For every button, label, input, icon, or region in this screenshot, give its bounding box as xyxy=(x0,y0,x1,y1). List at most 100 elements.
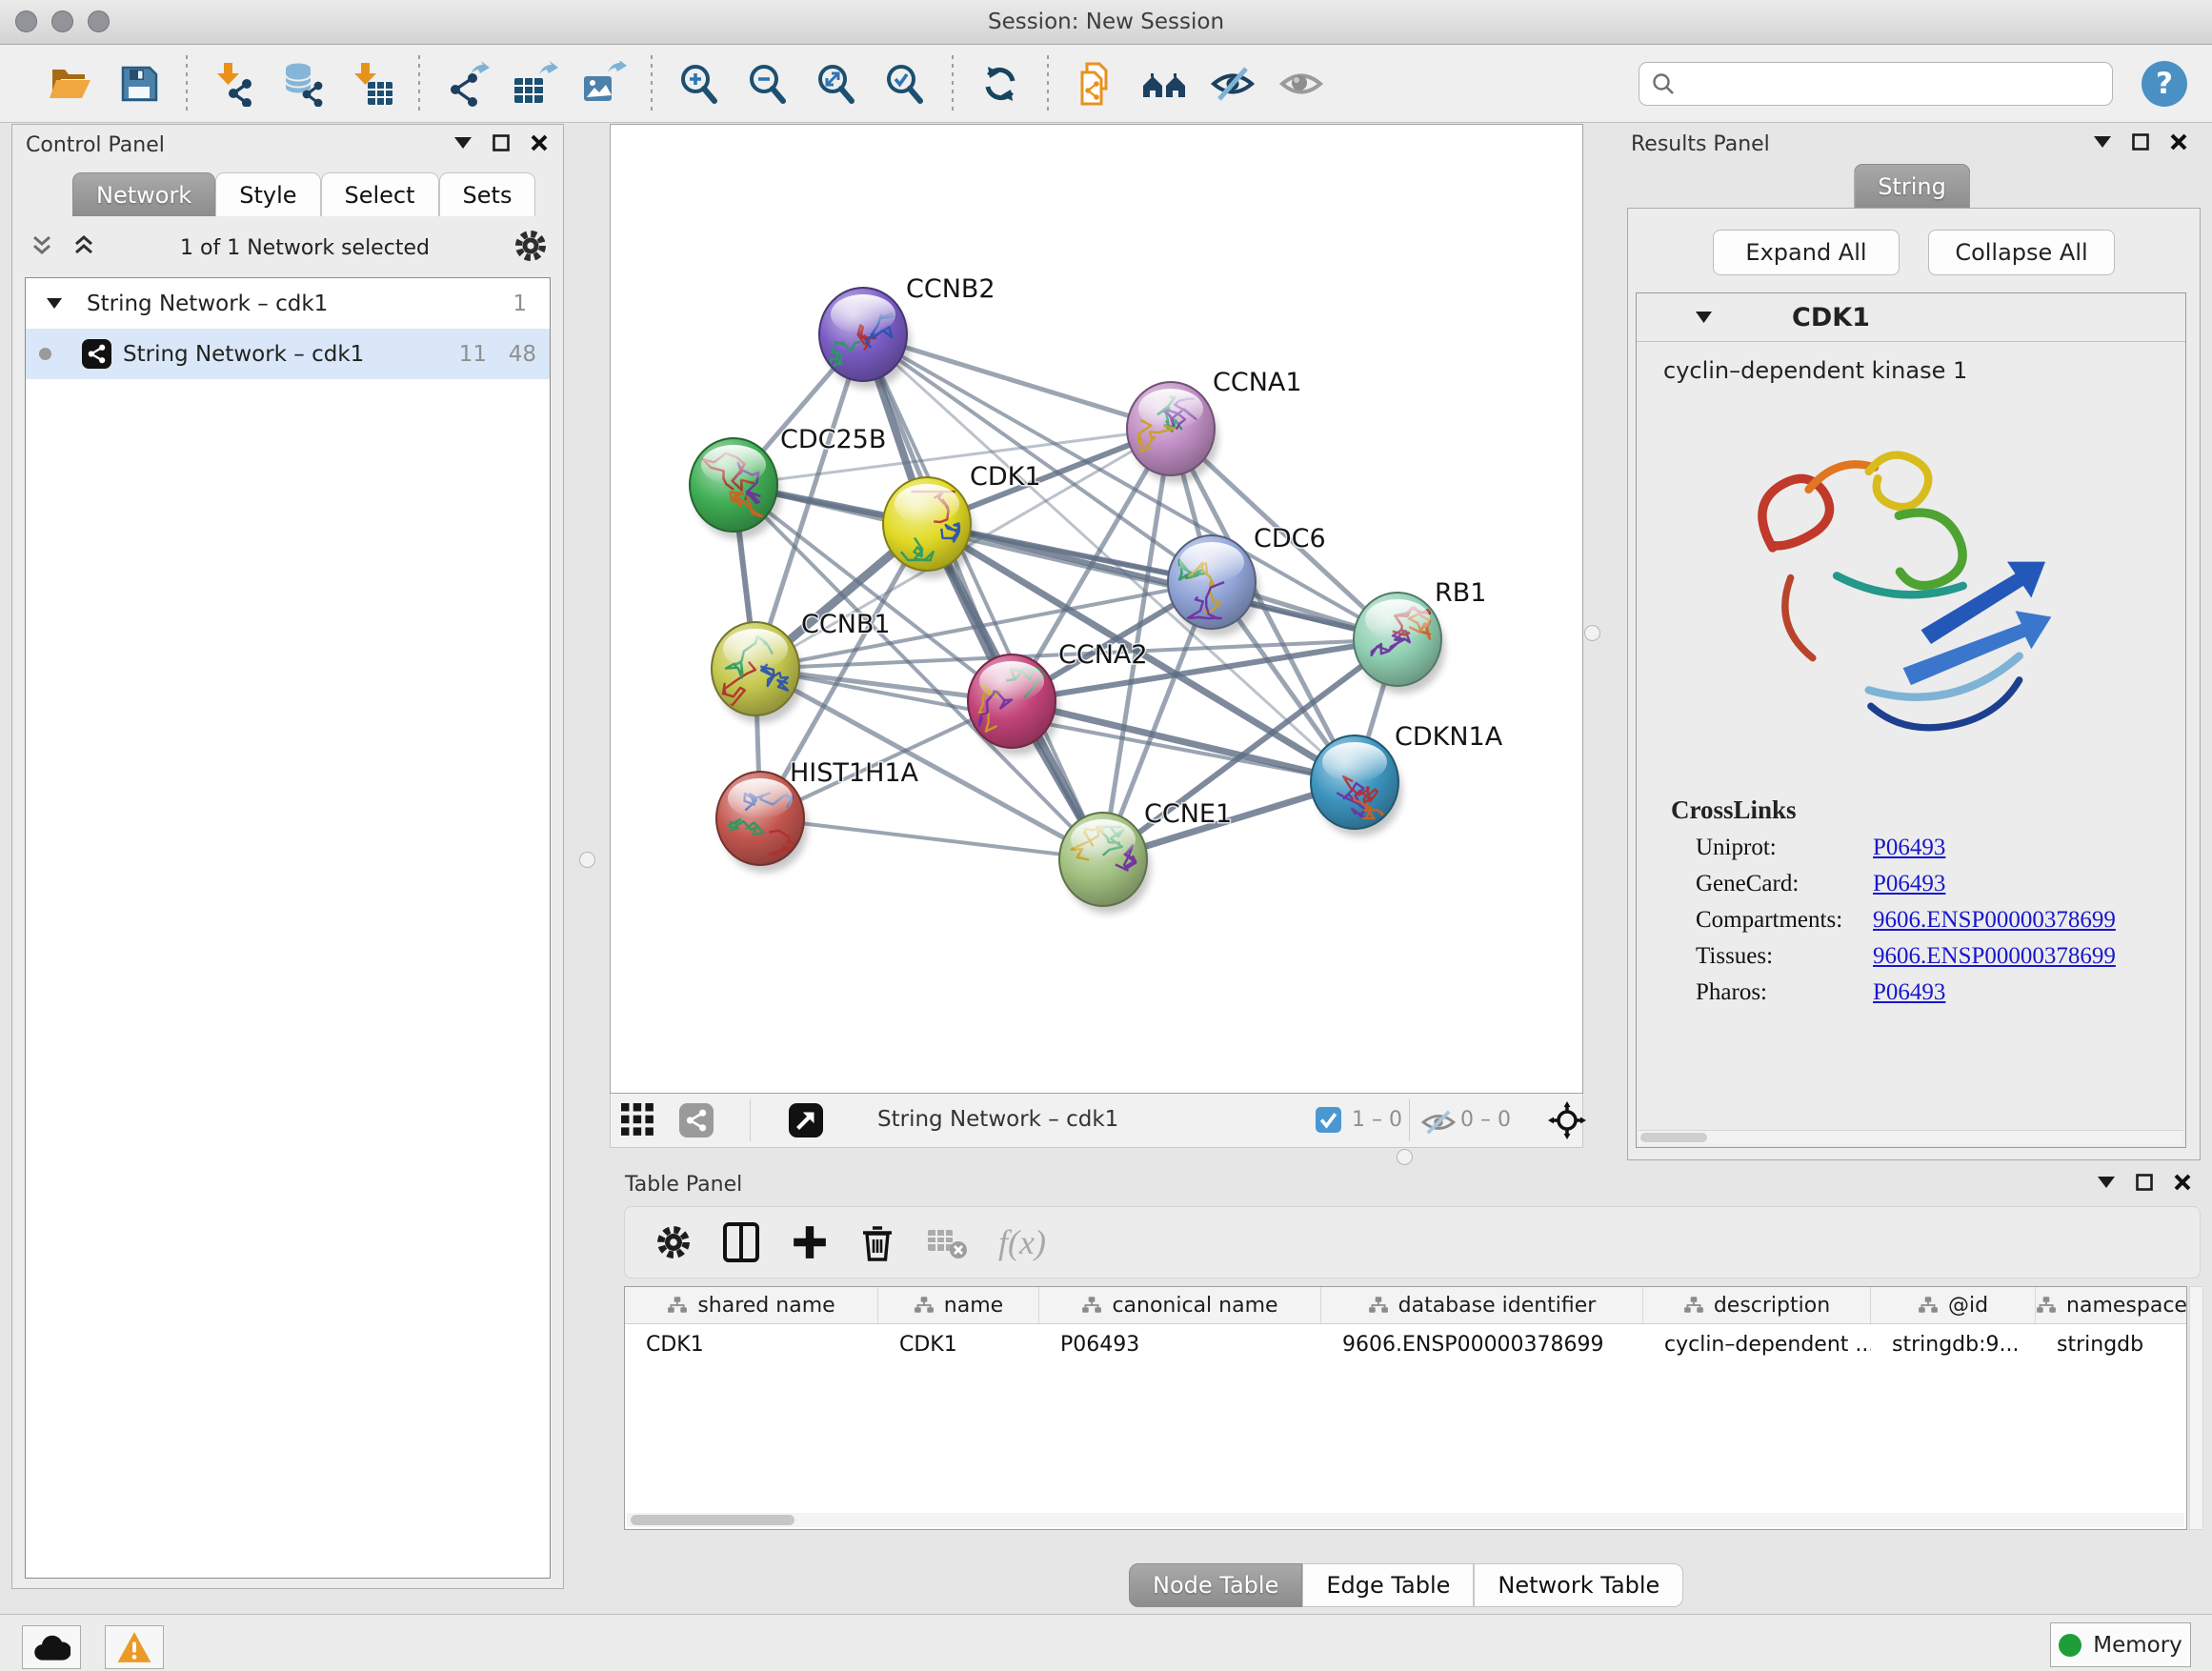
left-splitter-handle[interactable] xyxy=(579,852,595,868)
crosslink-link[interactable]: 9606.ENSP00000378699 xyxy=(1873,943,2116,970)
network-collection-row[interactable]: String Network – cdk1 1 xyxy=(26,278,550,329)
node-CCNE1[interactable] xyxy=(1059,813,1151,914)
copy-network-button[interactable] xyxy=(1068,56,1123,111)
network-row-selected[interactable]: String Network – cdk1 11 48 xyxy=(26,329,550,379)
zoom-out-button[interactable] xyxy=(740,56,795,111)
column-header-databaseidentifier[interactable]: database identifier xyxy=(1321,1287,1643,1323)
column-header-canonicalname[interactable]: canonical name xyxy=(1039,1287,1321,1323)
column-header-namespace[interactable]: namespace xyxy=(2036,1287,2187,1323)
column-header-sharedname[interactable]: shared name xyxy=(625,1287,878,1323)
open-in-window-icon[interactable] xyxy=(789,1103,823,1141)
card-scrollbar[interactable] xyxy=(1639,1130,2183,1145)
memory-button[interactable]: Memory xyxy=(2050,1622,2191,1667)
tab-edge-table[interactable]: Edge Table xyxy=(1302,1563,1474,1607)
function-builder-icon: f(x) xyxy=(998,1222,1046,1262)
save-floppy-icon xyxy=(116,61,162,107)
search-input[interactable] xyxy=(1683,70,2101,96)
node-RB1[interactable] xyxy=(1354,593,1445,694)
toolbar-separator xyxy=(186,55,188,112)
column-header-id[interactable]: @id xyxy=(1871,1287,2036,1323)
panel-menu-icon[interactable] xyxy=(2098,1177,2115,1188)
node-label-CDC6: CDC6 xyxy=(1254,524,1326,554)
show-columns-icon[interactable] xyxy=(722,1221,760,1263)
collapse-entry-icon[interactable] xyxy=(1696,312,1712,323)
node-details-header[interactable]: CDK1 xyxy=(1637,293,2185,342)
node-CDC25B[interactable] xyxy=(690,438,781,539)
help-button[interactable]: ? xyxy=(2142,61,2187,107)
zoom-in-button[interactable] xyxy=(672,56,727,111)
network-view-canvas[interactable]: CCNB2CCNA1CDC25BCDK1CDC6RB1CCNB1CCNA2CDK… xyxy=(610,124,1583,1094)
expand-all-icon[interactable] xyxy=(71,233,96,262)
tab-select[interactable]: Select xyxy=(321,172,439,216)
table-horizontal-scrollbar[interactable] xyxy=(627,1513,2184,1527)
table-cell: P06493 xyxy=(1039,1324,1321,1364)
hide-selected-button[interactable] xyxy=(1205,56,1260,111)
node-CDK1[interactable] xyxy=(883,477,975,578)
export-image-button[interactable] xyxy=(576,56,632,111)
import-network-database-button[interactable] xyxy=(275,56,331,111)
crosslink-link[interactable]: P06493 xyxy=(1873,835,1945,861)
tab-string[interactable]: String xyxy=(1854,164,1970,208)
import-network-file-button[interactable] xyxy=(207,56,262,111)
window-minimize-button[interactable] xyxy=(51,10,73,32)
edge-HIST1H1A-CCNE1[interactable] xyxy=(760,818,1103,859)
node-CCNB2[interactable] xyxy=(819,288,911,389)
zoom-selected-button[interactable] xyxy=(877,56,933,111)
show-all-button[interactable] xyxy=(1274,56,1329,111)
selected-checkbox-icon[interactable] xyxy=(1316,1107,1341,1137)
crosshair-icon[interactable] xyxy=(1548,1101,1586,1143)
panel-close-icon[interactable] xyxy=(2170,133,2187,151)
panel-close-icon[interactable] xyxy=(531,134,548,151)
network-graph[interactable]: CCNB2CCNA1CDC25BCDK1CDC6RB1CCNB1CCNA2CDK… xyxy=(611,125,1582,1093)
table-settings-gear-icon[interactable] xyxy=(655,1224,692,1260)
search-box[interactable] xyxy=(1639,62,2113,106)
node-CDKN1A[interactable] xyxy=(1311,735,1402,836)
node-label-CCNB1: CCNB1 xyxy=(801,610,891,639)
refresh-view-button[interactable] xyxy=(973,56,1028,111)
export-network-button[interactable] xyxy=(439,56,494,111)
panel-float-icon[interactable] xyxy=(2136,1174,2153,1191)
crosslink-link[interactable]: P06493 xyxy=(1873,871,1945,897)
cloud-status-button[interactable] xyxy=(22,1625,81,1669)
tab-node-table[interactable]: Node Table xyxy=(1129,1563,1302,1607)
node-CCNA1[interactable] xyxy=(1127,382,1218,483)
panel-menu-icon[interactable] xyxy=(2094,136,2111,148)
zoom-fit-button[interactable] xyxy=(809,56,864,111)
window-close-button[interactable] xyxy=(15,10,37,32)
network-options-gear-icon[interactable] xyxy=(513,229,548,267)
table-vertical-scrollbar[interactable] xyxy=(2189,1286,2203,1530)
table-row[interactable]: CDK1CDK1P064939606.ENSP00000378699cyclin… xyxy=(625,1324,2186,1364)
crosslink-link[interactable]: 9606.ENSP00000378699 xyxy=(1873,907,2116,934)
column-header-description[interactable]: description xyxy=(1643,1287,1871,1323)
node-CCNA2[interactable] xyxy=(968,654,1059,755)
export-table-button[interactable] xyxy=(508,56,563,111)
tab-network-table[interactable]: Network Table xyxy=(1474,1563,1683,1607)
crosslink-link[interactable]: P06493 xyxy=(1873,979,1945,1006)
tab-style[interactable]: Style xyxy=(215,172,320,216)
tab-network[interactable]: Network xyxy=(72,172,215,216)
tab-sets[interactable]: Sets xyxy=(439,172,536,216)
right-splitter-handle[interactable] xyxy=(1584,625,1600,641)
tree-expand-icon[interactable] xyxy=(47,298,62,309)
panel-menu-icon[interactable] xyxy=(454,137,472,149)
add-column-icon[interactable] xyxy=(791,1223,829,1261)
save-session-button[interactable] xyxy=(111,56,167,111)
home-view-button[interactable] xyxy=(1136,56,1192,111)
delete-column-icon[interactable] xyxy=(859,1222,895,1262)
window-zoom-button[interactable] xyxy=(88,10,110,32)
string-view-icon[interactable] xyxy=(679,1103,714,1141)
collapse-all-icon[interactable] xyxy=(30,233,54,262)
panel-float-icon[interactable] xyxy=(493,134,510,151)
traffic-lights xyxy=(15,10,110,32)
panel-float-icon[interactable] xyxy=(2132,133,2149,151)
panel-close-icon[interactable] xyxy=(2174,1174,2191,1191)
collapse-all-button[interactable]: Collapse All xyxy=(1928,230,2115,275)
import-table-file-button[interactable] xyxy=(344,56,399,111)
expand-all-button[interactable]: Expand All xyxy=(1713,230,1900,275)
birdseye-grid-icon[interactable] xyxy=(621,1103,655,1141)
warning-status-button[interactable] xyxy=(105,1625,164,1669)
open-session-button[interactable] xyxy=(43,56,98,111)
column-header-name[interactable]: name xyxy=(878,1287,1039,1323)
node-table[interactable]: shared namenamecanonical namedatabase id… xyxy=(624,1286,2187,1530)
bottom-splitter-handle[interactable] xyxy=(1397,1149,1413,1165)
